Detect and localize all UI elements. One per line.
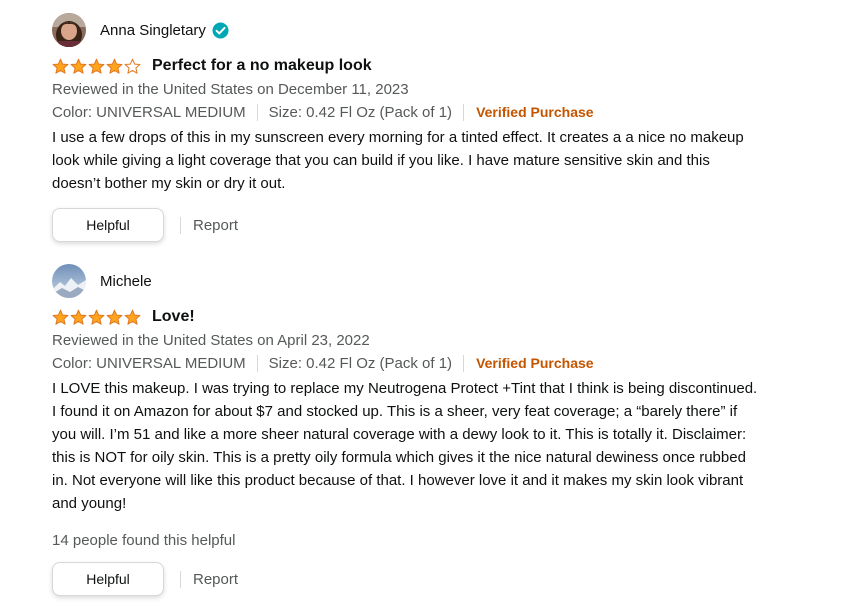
reviewer-profile[interactable]: Michele	[52, 264, 822, 298]
review-card: Michele Love! Reviewed in the United Sta…	[52, 264, 822, 596]
size-variant: Size: 0.42 Fl Oz (Pack of 1)	[268, 355, 453, 372]
star-rating[interactable]	[52, 308, 144, 326]
review-actions: Helpful Report	[52, 208, 822, 242]
divider	[180, 570, 181, 588]
star-filled-icon	[88, 309, 105, 325]
report-link[interactable]: Report	[193, 571, 238, 588]
divider	[180, 216, 181, 234]
product-format: Color: UNIVERSAL MEDIUM Size: 0.42 Fl Oz…	[52, 352, 822, 375]
size-variant: Size: 0.42 Fl Oz (Pack of 1)	[268, 104, 453, 121]
helpful-count: 14 people found this helpful	[52, 532, 236, 549]
divider	[256, 355, 258, 372]
review-title[interactable]: Love!	[152, 308, 195, 326]
review-body: I use a few drops of this in my sunscree…	[52, 129, 744, 192]
divider	[463, 104, 465, 121]
product-format: Color: UNIVERSAL MEDIUM Size: 0.42 Fl Oz…	[52, 101, 822, 124]
star-filled-icon	[52, 309, 69, 325]
star-empty-icon	[124, 58, 141, 74]
verified-check-icon	[212, 22, 229, 39]
review-title[interactable]: Perfect for a no makeup look	[152, 57, 372, 75]
color-variant[interactable]: Color: UNIVERSAL MEDIUM	[52, 352, 246, 375]
star-filled-icon	[52, 58, 69, 74]
divider	[463, 355, 465, 372]
reviewer-avatar[interactable]	[52, 13, 86, 47]
reviewer-avatar[interactable]	[52, 264, 86, 298]
star-filled-icon	[88, 58, 105, 74]
review-date: Reviewed in the United States on April 2…	[52, 332, 370, 349]
star-filled-icon	[106, 58, 123, 74]
divider	[256, 104, 258, 121]
reviewer-profile[interactable]: Anna Singletary	[52, 13, 822, 47]
reviewer-name[interactable]: Michele	[100, 273, 152, 290]
verified-purchase-badge: Verified Purchase	[476, 104, 594, 120]
star-filled-icon	[70, 58, 87, 74]
report-link[interactable]: Report	[193, 217, 238, 234]
review-body: I LOVE this makeup. I was trying to repl…	[52, 380, 758, 512]
star-filled-icon	[70, 309, 87, 325]
star-filled-icon	[124, 309, 141, 325]
review-actions: Helpful Report	[52, 562, 822, 596]
review-card: Anna Singletary Perfect for a no makeup …	[52, 13, 822, 242]
star-filled-icon	[106, 309, 123, 325]
helpful-button[interactable]: Helpful	[52, 562, 164, 596]
helpful-button[interactable]: Helpful	[52, 208, 164, 242]
reviewer-name[interactable]: Anna Singletary	[100, 22, 206, 39]
review-date: Reviewed in the United States on Decembe…	[52, 81, 409, 98]
verified-purchase-badge: Verified Purchase	[476, 355, 594, 371]
star-rating[interactable]	[52, 57, 144, 75]
color-variant[interactable]: Color: UNIVERSAL MEDIUM	[52, 101, 246, 124]
